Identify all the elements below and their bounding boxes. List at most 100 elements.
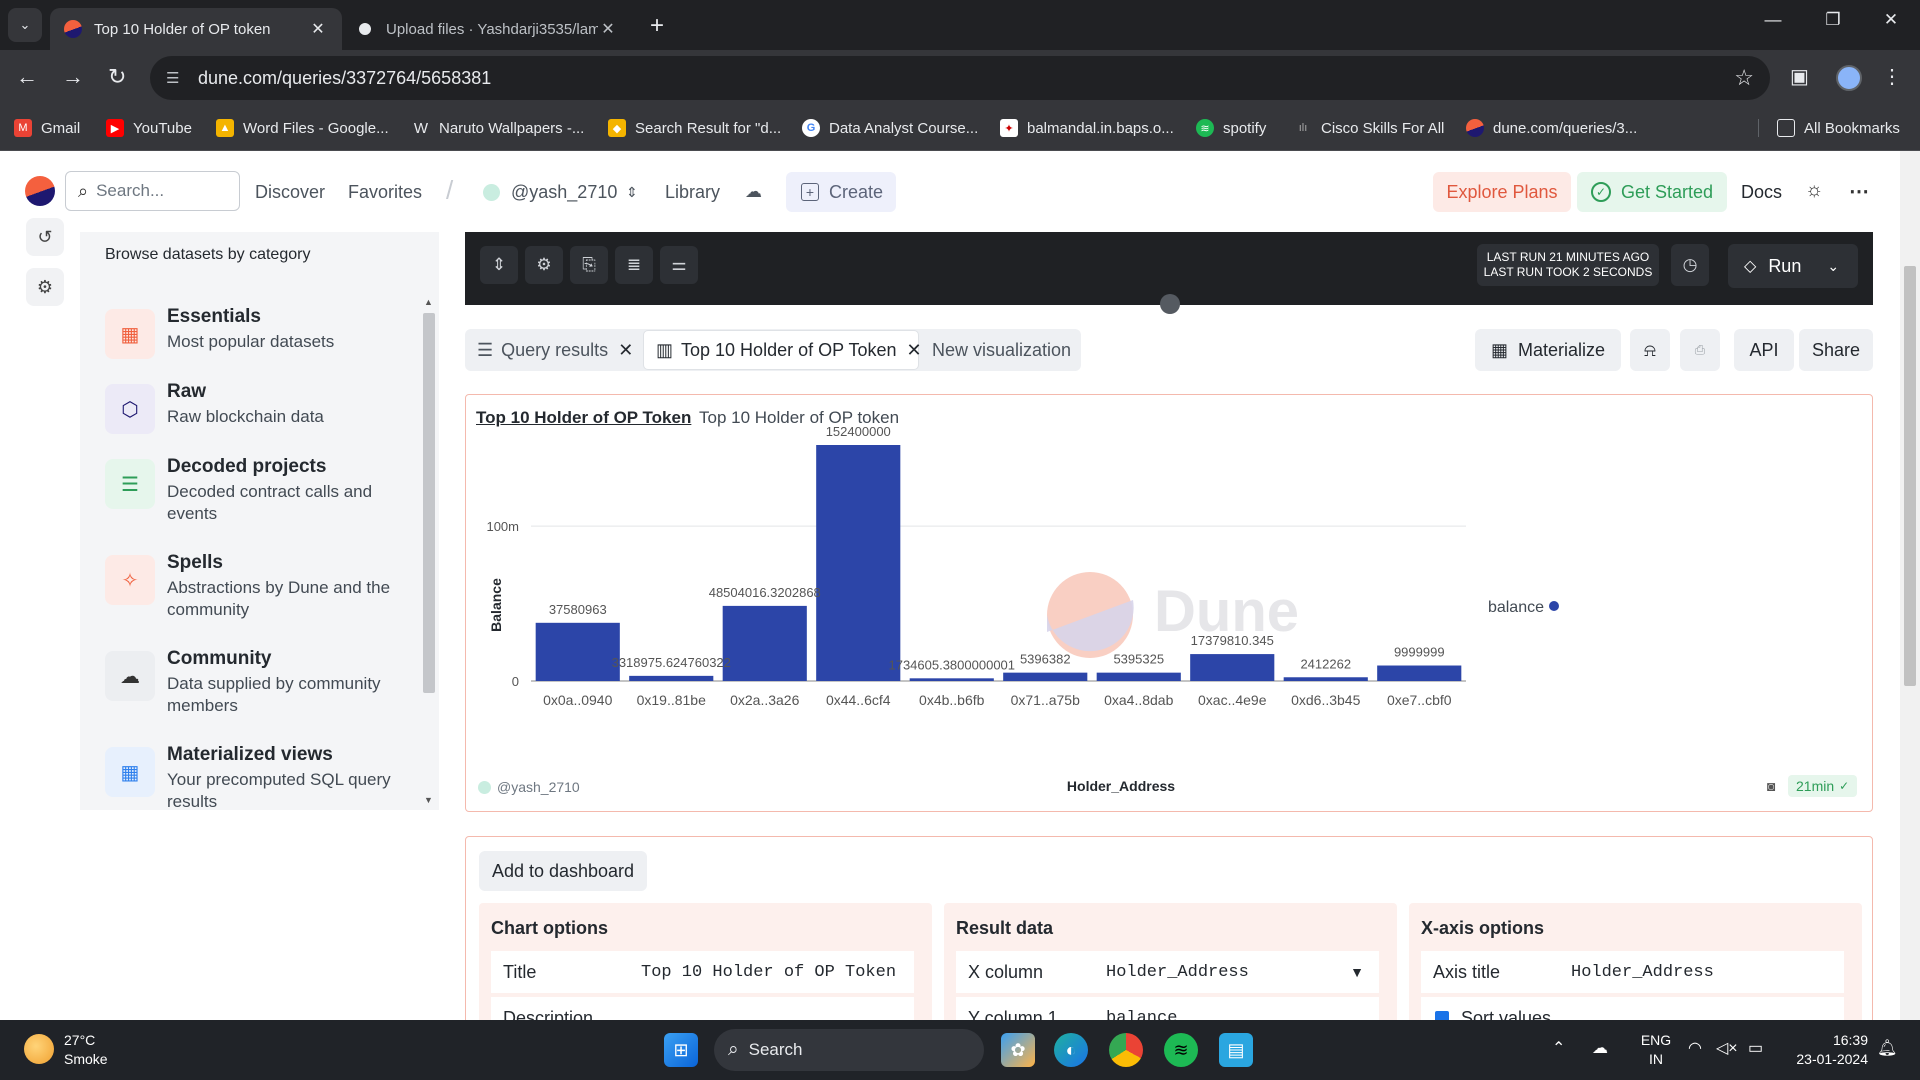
tab-search-menu-icon[interactable]: ⌄ bbox=[8, 8, 42, 42]
page-scrollbar[interactable] bbox=[1900, 151, 1920, 1020]
bookmark-search-result[interactable]: ◆ Search Result for "d... bbox=[608, 119, 781, 137]
forward-icon[interactable]: → bbox=[62, 64, 84, 90]
tab-dune-query[interactable]: Top 10 Holder of OP token ✕ bbox=[50, 8, 342, 50]
close-tab-icon[interactable]: ✕ bbox=[308, 19, 328, 39]
bookmark-balmandal[interactable]: ✦ balmandal.in.baps.o... bbox=[1000, 119, 1174, 137]
all-bookmarks[interactable]: All Bookmarks bbox=[1758, 119, 1900, 137]
share-button[interactable]: Share bbox=[1799, 329, 1873, 371]
bookmark-gmail[interactable]: M Gmail bbox=[14, 119, 80, 137]
tab-new-visualization[interactable]: New visualization bbox=[932, 329, 1071, 371]
tab-query-results[interactable]: ☰ Query results ✕ bbox=[477, 329, 633, 371]
bookmark-word-files[interactable]: ▲ Word Files - Google... bbox=[216, 119, 389, 137]
history-icon[interactable]: ↺ bbox=[26, 218, 64, 256]
input-language[interactable]: ENG IN bbox=[1636, 1031, 1676, 1069]
settings-gear-icon[interactable]: ⚙ bbox=[26, 268, 64, 306]
search-input[interactable]: ⌕ Search... bbox=[65, 171, 240, 211]
chevron-updown-icon[interactable]: ⇕ bbox=[626, 184, 638, 201]
theme-sun-icon[interactable]: ☼ bbox=[1805, 179, 1823, 202]
editor-settings-icon[interactable]: ⚙ bbox=[525, 246, 563, 284]
title-field[interactable]: Title Top 10 Holder of OP Token bbox=[491, 951, 914, 993]
wifi-icon[interactable]: ◠ bbox=[1688, 1038, 1702, 1058]
side-panel-icon[interactable]: ▣ bbox=[1790, 64, 1809, 89]
nav-favorites[interactable]: Favorites bbox=[348, 182, 422, 203]
bookmark-youtube[interactable]: ▶ YouTube bbox=[106, 119, 192, 137]
scroll-up-icon[interactable]: ▲ bbox=[424, 297, 433, 307]
chrome-menu-icon[interactable]: ⋮ bbox=[1882, 64, 1902, 89]
explore-plans-button[interactable]: Explore Plans bbox=[1433, 172, 1571, 212]
schedule-clock-icon[interactable]: ◷ bbox=[1671, 244, 1709, 286]
bar[interactable] bbox=[909, 678, 994, 681]
bookmark-naruto[interactable]: W Naruto Wallpapers -... bbox=[412, 119, 584, 137]
profile-avatar[interactable] bbox=[1836, 65, 1862, 91]
back-icon[interactable]: ← bbox=[16, 64, 38, 90]
volume-muted-icon[interactable]: ◁× bbox=[1716, 1038, 1738, 1058]
nav-discover[interactable]: Discover bbox=[255, 182, 325, 203]
dropdown-arrow-icon[interactable]: ▼ bbox=[1350, 964, 1364, 980]
axis-title-field[interactable]: Axis title Holder_Address bbox=[1421, 951, 1844, 993]
expand-collapse-icon[interactable]: ⇕ bbox=[480, 246, 518, 284]
notepad-icon[interactable]: ▤ bbox=[1219, 1033, 1253, 1067]
scroll-down-icon[interactable]: ▼ bbox=[424, 795, 433, 805]
bar[interactable] bbox=[1190, 654, 1275, 681]
notification-bell-icon[interactable]: 🔔︎ bbox=[1877, 1038, 1897, 1058]
camera-icon[interactable]: ◙ bbox=[1767, 778, 1775, 794]
bar[interactable] bbox=[722, 605, 807, 681]
x-column-select[interactable]: X column Holder_Address ▼ bbox=[956, 951, 1379, 993]
create-button[interactable]: + Create bbox=[786, 172, 896, 212]
run-button[interactable]: ◇ Run ⌄ bbox=[1728, 244, 1858, 288]
chevron-down-icon[interactable]: ⌄ bbox=[1827, 258, 1839, 275]
cloud-icon[interactable]: ☁ bbox=[745, 182, 762, 202]
resize-drag-handle[interactable] bbox=[1160, 294, 1180, 314]
alert-bell-icon[interactable]: ⍾ bbox=[1630, 329, 1670, 371]
windows-start-icon[interactable]: ⊞ bbox=[664, 1033, 698, 1067]
clock[interactable]: 16:39 23-01-2024 bbox=[1788, 1031, 1868, 1069]
bar[interactable] bbox=[1283, 677, 1368, 681]
page-scrollbar-thumb[interactable] bbox=[1904, 266, 1916, 686]
parameters-icon[interactable]: ⚌ bbox=[660, 246, 698, 284]
copilot-icon[interactable]: ✿ bbox=[1001, 1033, 1035, 1067]
bar[interactable] bbox=[816, 445, 901, 681]
more-menu-icon[interactable]: ⋯ bbox=[1849, 179, 1869, 204]
nav-library[interactable]: Library bbox=[665, 182, 720, 203]
snippet-icon[interactable]: ⎘ bbox=[570, 246, 608, 284]
minimize-icon[interactable]: — bbox=[1750, 10, 1796, 30]
chart-owner[interactable]: @yash_2710 bbox=[478, 779, 580, 795]
chrome-icon[interactable] bbox=[1109, 1033, 1143, 1067]
get-started-button[interactable]: ✓ Get Started bbox=[1577, 172, 1727, 212]
add-to-dashboard-button[interactable]: Add to dashboard bbox=[479, 851, 647, 891]
bookmark-data-analyst[interactable]: G Data Analyst Course... bbox=[802, 119, 978, 137]
api-button[interactable]: API bbox=[1734, 329, 1794, 371]
user-switcher[interactable]: @yash_2710 bbox=[511, 182, 617, 203]
onedrive-icon[interactable]: ☁ bbox=[1592, 1038, 1608, 1058]
weather-icon[interactable] bbox=[24, 1034, 54, 1064]
bookmark-star-icon[interactable]: ☆ bbox=[1734, 65, 1754, 91]
address-bar[interactable]: ☰ dune.com/queries/3372764/5658381 ☆ bbox=[150, 56, 1770, 100]
legend-label[interactable]: balance bbox=[1488, 599, 1544, 616]
close-tab-icon[interactable]: ✕ bbox=[907, 340, 922, 361]
nav-docs[interactable]: Docs bbox=[1741, 182, 1782, 203]
taskbar-search[interactable]: ⌕ Search bbox=[714, 1029, 984, 1071]
battery-icon[interactable]: ▭ bbox=[1748, 1038, 1763, 1058]
bookmark-cisco[interactable]: ılı Cisco Skills For All bbox=[1294, 119, 1445, 137]
restore-icon[interactable]: ❐ bbox=[1810, 10, 1856, 30]
csv-download-icon[interactable]: ⎙ bbox=[1680, 329, 1720, 371]
spotify-icon[interactable]: ≋ bbox=[1164, 1033, 1198, 1067]
dune-logo[interactable] bbox=[25, 176, 55, 206]
chart-title-link[interactable]: Top 10 Holder of OP Token bbox=[476, 408, 691, 428]
reload-icon[interactable]: ↻ bbox=[108, 64, 126, 90]
bookmark-spotify[interactable]: ≋ spotify bbox=[1196, 119, 1266, 137]
bar[interactable] bbox=[1096, 672, 1181, 681]
new-tab-icon[interactable]: + bbox=[650, 12, 664, 40]
tray-chevron-up-icon[interactable]: ⌃ bbox=[1552, 1038, 1565, 1058]
browser-scrollbar[interactable]: ▲ ▼ bbox=[421, 297, 437, 807]
bookmark-dune-query[interactable]: dune.com/queries/3... bbox=[1466, 119, 1637, 137]
close-tab-icon[interactable]: ✕ bbox=[618, 340, 633, 361]
bar[interactable] bbox=[1003, 672, 1088, 681]
close-window-icon[interactable]: ✕ bbox=[1868, 10, 1914, 30]
close-tab-icon[interactable]: ✕ bbox=[598, 19, 618, 39]
scrollbar-thumb[interactable] bbox=[423, 313, 435, 693]
tab-github-upload[interactable]: Upload files · Yashdarji3535/lam ✕ bbox=[342, 8, 632, 50]
edge-icon[interactable]: ◐ bbox=[1054, 1033, 1088, 1067]
bar[interactable] bbox=[1377, 665, 1462, 681]
weather-widget[interactable]: 27°C Smoke bbox=[64, 1031, 108, 1069]
